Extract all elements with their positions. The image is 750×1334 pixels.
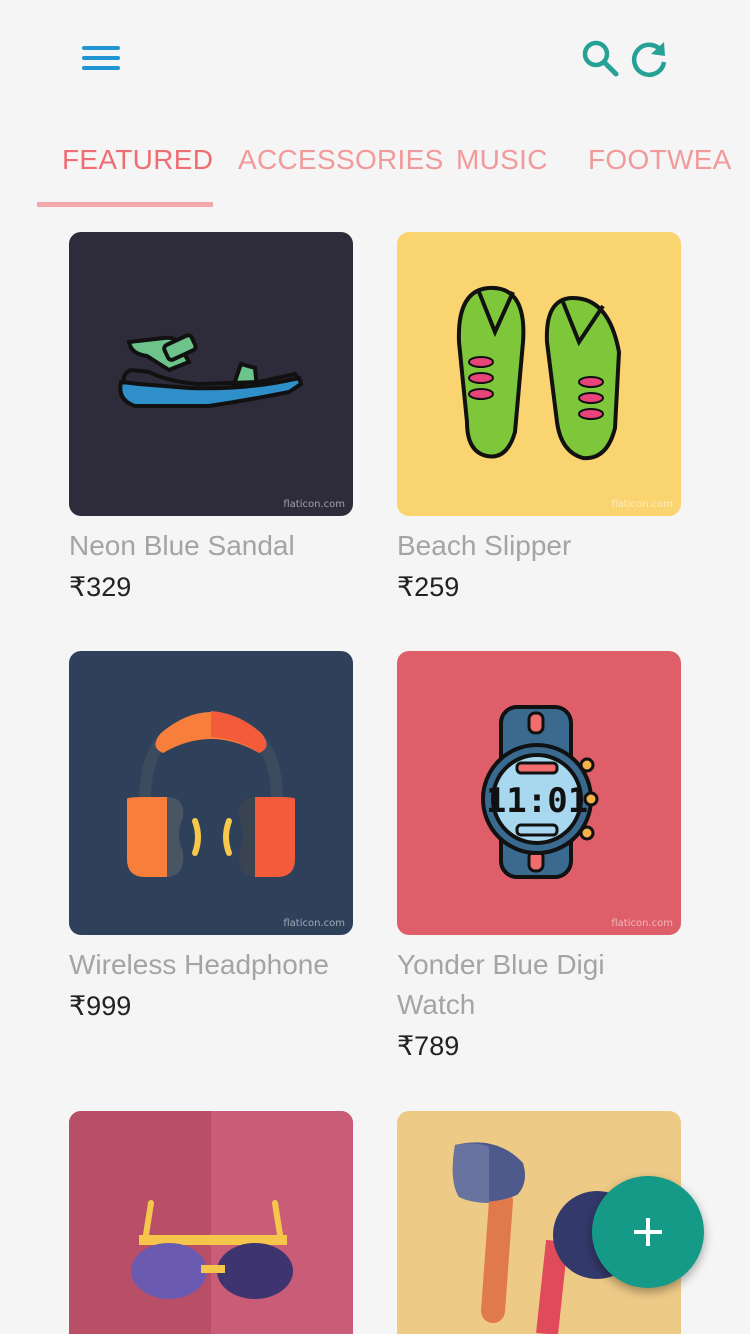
tab-footwear[interactable]: FOOTWEA (588, 144, 732, 176)
product-price: ₹329 (69, 572, 132, 602)
tab-featured[interactable]: FEATURED (62, 144, 213, 176)
watch-image[interactable]: 11:01 flaticon.com (397, 651, 681, 935)
active-tab-indicator (37, 202, 213, 207)
tab-music[interactable]: MUSIC (456, 144, 548, 176)
product-name: Yonder Blue Digi Watch (397, 949, 605, 1020)
product-card-headphone[interactable]: flaticon.com Wireless Headphone ₹999 (69, 651, 353, 1026)
sandal-image[interactable]: flaticon.com (69, 232, 353, 516)
watermark: flaticon.com (283, 918, 345, 929)
product-price: ₹259 (397, 572, 460, 602)
headphone-image[interactable]: flaticon.com (69, 651, 353, 935)
watermark: flaticon.com (611, 499, 673, 510)
product-card-sandal[interactable]: flaticon.com Neon Blue Sandal ₹329 (69, 232, 353, 607)
tab-accessories[interactable]: ACCESSORIES (238, 144, 444, 176)
product-price: ₹999 (69, 991, 132, 1021)
top-app-bar (0, 0, 750, 115)
search-icon[interactable] (580, 38, 620, 78)
add-fab-button[interactable] (592, 1176, 704, 1288)
watermark: flaticon.com (611, 918, 673, 929)
product-name: Beach Slipper (397, 530, 572, 561)
plus-icon (634, 1218, 662, 1246)
watch-time-display: 11:01 (486, 781, 588, 821)
product-card-sunglasses[interactable] (69, 1111, 353, 1334)
product-card-slipper[interactable]: flaticon.com Beach Slipper ₹259 (397, 232, 681, 607)
product-name: Neon Blue Sandal (69, 530, 295, 561)
product-card-watch[interactable]: 11:01 flaticon.com Yonder Blue Digi Watc… (397, 651, 681, 1066)
sunglasses-image[interactable] (69, 1111, 353, 1334)
refresh-icon[interactable] (628, 38, 670, 80)
watermark: flaticon.com (283, 499, 345, 510)
product-price: ₹789 (397, 1031, 460, 1061)
slipper-image[interactable]: flaticon.com (397, 232, 681, 516)
hamburger-menu-icon[interactable] (82, 44, 122, 72)
product-name: Wireless Headphone (69, 949, 329, 980)
category-tabs: FEATURED ACCESSORIES MUSIC FOOTWEA (0, 120, 750, 210)
